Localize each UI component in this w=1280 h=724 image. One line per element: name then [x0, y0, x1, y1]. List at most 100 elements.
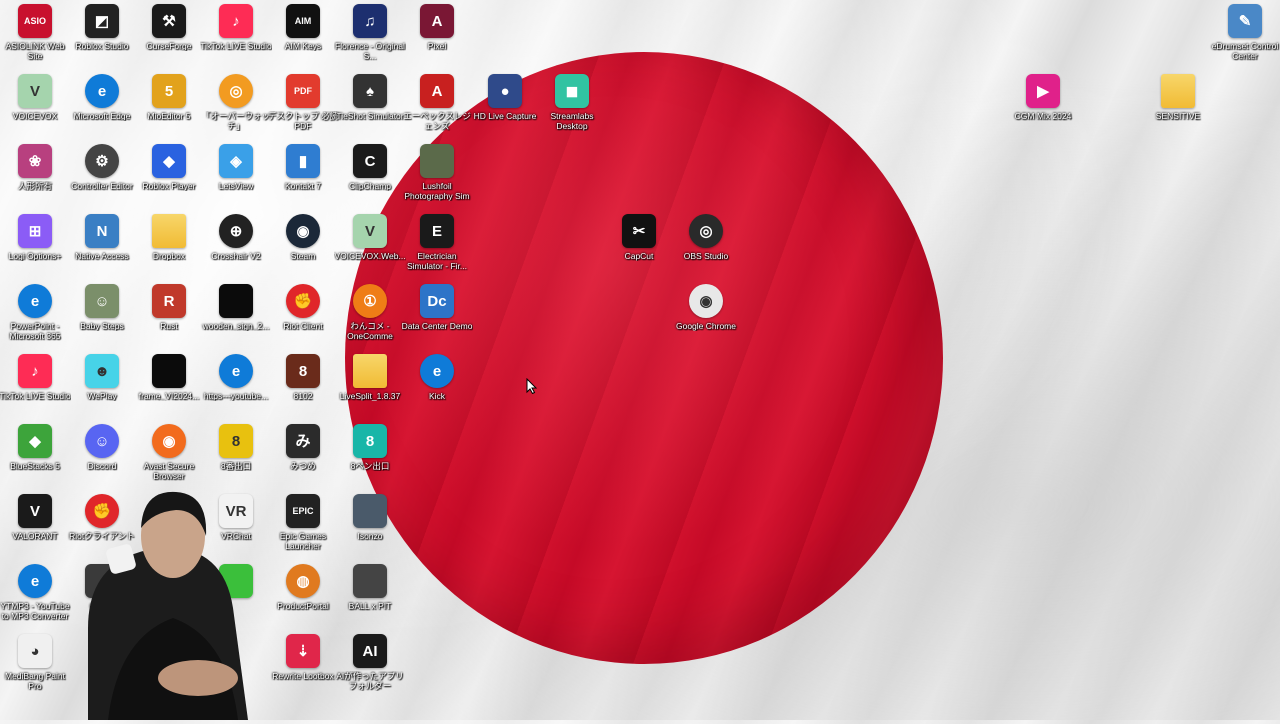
desktop-icon[interactable]: みみつめ — [268, 421, 338, 491]
desktop-icon-label: みつめ — [290, 461, 316, 471]
desktop-icon-label: Lushfoil Photography Sim — [404, 181, 470, 201]
desktop-icon[interactable]: ♪ TikTok LIVE Studio — [200, 1, 272, 71]
desktop-icon[interactable]: ✊ Riot Client — [268, 281, 338, 351]
desktop-icon[interactable]: C ClipChamp — [335, 141, 405, 211]
desktop-icon[interactable]: ❀ 人形所有 — [0, 141, 70, 211]
desktop-icon[interactable]: e Kick — [402, 351, 472, 421]
desktop-icon[interactable]: Dropbox — [134, 211, 204, 281]
desktop-icon[interactable]: N Native Access — [67, 211, 137, 281]
desktop-icon[interactable]: ☻ WePlay — [67, 351, 137, 421]
isonzo-icon — [353, 494, 387, 528]
chrome-icon: ◉ — [689, 284, 723, 318]
desktop-icon-label: Crosshair V2 — [211, 251, 261, 261]
desktop-icon[interactable]: 8 8ペン出口 — [335, 421, 405, 491]
desktop-icon[interactable]: ⚒ CurseForge — [134, 1, 204, 71]
desktop-icon-label: LiveSplit_1.8.37 — [339, 391, 401, 401]
desktop-icon-label: ASIOLINK Web Site — [5, 41, 65, 61]
desktop-icon[interactable]: ⊕ Crosshair V2 — [201, 211, 271, 281]
desktop-icon[interactable]: LiveSplit_1.8.37 — [335, 351, 405, 421]
desktop-icon-label: HD Live Capture — [473, 111, 537, 121]
desktop-icon[interactable]: AIM AIM Keys — [268, 1, 338, 71]
desktop-icon[interactable]: ◉ Steam — [268, 211, 338, 281]
desktop-icon[interactable]: BALL x PIT — [335, 561, 405, 631]
desktop-icon-label: デスクトップ 必読PDF — [267, 111, 339, 131]
desktop-icon[interactable]: A エーペックスレジェンズ — [402, 71, 472, 141]
desktop-icon[interactable]: wooden_sign_2... — [201, 281, 271, 351]
roblox-player-icon: ◆ — [152, 144, 186, 178]
desktop-icon[interactable]: ☺ Baby Steps — [67, 281, 137, 351]
desktop-icon[interactable]: SENSITIVE — [1143, 71, 1213, 141]
desktop-icon[interactable]: ⚙ Controller Editor — [67, 141, 137, 211]
desktop-icon[interactable]: E Electrician Simulator - Fir... — [402, 211, 472, 281]
edrum-icon: ✎ — [1228, 4, 1262, 38]
desktop-icon[interactable]: frame_VI2024... — [134, 351, 204, 421]
app-icon: ❀ — [18, 144, 52, 178]
desktop-icon[interactable]: ◩ Roblox Studio — [67, 1, 137, 71]
desktop-icon-label: Florence - Original S... — [335, 41, 405, 61]
desktop-icon[interactable]: Lushfoil Photography Sim — [402, 141, 472, 211]
desktop-icon[interactable]: ◎ OBS Studio — [671, 211, 741, 281]
desktop-icon[interactable]: ◈ LetsView — [201, 141, 271, 211]
desktop-icon[interactable]: 8 8番出口 — [201, 421, 271, 491]
desktop-icon-label: Roblox Player — [142, 181, 196, 191]
desktop-icon-label: TikTok LIVE Studio — [200, 41, 272, 51]
desktop-icon[interactable]: e Microsoft Edge — [67, 71, 137, 141]
desktop-icon[interactable]: ◉ Avast Secure Browser — [134, 421, 204, 491]
desktop-icon-label: VOICEVOX — [12, 111, 58, 121]
desktop-icon[interactable]: ▶ CGM Mix 2024 — [1008, 71, 1078, 141]
avast-icon: ◉ — [152, 424, 186, 458]
roblox-studio-icon: ◩ — [85, 4, 119, 38]
desktop-icon-label: Kick — [428, 391, 446, 401]
weplay-icon: ☻ — [85, 354, 119, 388]
capcut-icon: ✂ — [622, 214, 656, 248]
tieshot-icon: ♠ — [353, 74, 387, 108]
desktop-icon-label: TikTok LIVE Studio — [0, 391, 71, 401]
desktop-icon[interactable]: ☺ Discord — [67, 421, 137, 491]
desktop-icon[interactable]: ◉ Google Chrome — [671, 281, 741, 351]
folder-icon — [1161, 74, 1195, 108]
desktop-icon[interactable]: A Pixel — [402, 1, 472, 71]
valorant-icon: V — [18, 494, 52, 528]
desktop-icon[interactable]: ◎ 「オーバーウォッチ」 — [201, 71, 271, 141]
desktop-icon[interactable]: Dc Data Center Demo — [402, 281, 472, 351]
desktop-icon[interactable]: ① わんコメ - OneComme — [335, 281, 405, 351]
desktop-icon[interactable]: ◆ Roblox Player — [134, 141, 204, 211]
asio-icon: ASIO — [18, 4, 52, 38]
desktop-icon-label: Logi Options+ — [8, 251, 62, 261]
rust-icon: R — [152, 284, 186, 318]
desktop-icon[interactable]: ASIO ASIOLINK Web Site — [0, 1, 70, 71]
desktop-icon[interactable]: 5 MioEditor 5 — [134, 71, 204, 141]
desktop-icon[interactable]: e https---youtube... — [201, 351, 271, 421]
apex-icon: A — [420, 74, 454, 108]
desktop-icon-label: わんコメ - OneComme — [347, 321, 393, 341]
desktop-icon[interactable]: ♫ Florence - Original S... — [335, 1, 405, 71]
folder-icon — [353, 354, 387, 388]
desktop-icon[interactable]: R Rust — [134, 281, 204, 351]
desktop-icon-label: Avast Secure Browser — [143, 461, 195, 481]
discord-icon: ☺ — [85, 424, 119, 458]
desktop-icon[interactable]: ✎ eDrumset Control Center — [1210, 1, 1280, 71]
desktop-icon[interactable]: ⊞ Logi Options+ — [0, 211, 70, 281]
desktop-icon[interactable]: PDF デスクトップ 必読PDF — [268, 71, 338, 141]
desktop-icon[interactable]: e PowerPoint - Microsoft 365 — [0, 281, 70, 351]
desktop-icon[interactable]: V VOICEVOX — [0, 71, 70, 141]
desktop-icon[interactable]: ✂ CapCut — [604, 211, 674, 281]
desktop-icon[interactable]: Isonzo — [335, 491, 405, 561]
desktop-icon-label: BlueStacks 5 — [10, 461, 60, 471]
baby-steps-icon: ☺ — [85, 284, 119, 318]
desktop-icon[interactable]: ♪ TikTok LIVE Studio — [0, 351, 71, 421]
desktop-icon[interactable]: ▮ Kontakt 7 — [268, 141, 338, 211]
desktop-icon[interactable]: ◆ BlueStacks 5 — [0, 421, 70, 491]
image-file-icon — [219, 284, 253, 318]
desktop-icon[interactable]: ◼ Streamlabs Desktop — [537, 71, 607, 141]
electrician-icon: E — [420, 214, 454, 248]
desktop-icon[interactable]: V VOICEVOX.Web... — [334, 211, 406, 281]
desktop-icon[interactable]: ♠ TieShot Simulator — [335, 71, 405, 141]
clipchamp-icon: C — [353, 144, 387, 178]
controller-editor-icon: ⚙ — [85, 144, 119, 178]
desktop-icon[interactable]: AI AIが作ったアプリ フォルダー — [335, 631, 405, 701]
desktop-icon[interactable]: ● HD Live Capture — [470, 71, 540, 141]
edge-icon: e — [85, 74, 119, 108]
desktop-icon[interactable]: 8 8102 — [268, 351, 338, 421]
cgm-mix-icon: ▶ — [1026, 74, 1060, 108]
